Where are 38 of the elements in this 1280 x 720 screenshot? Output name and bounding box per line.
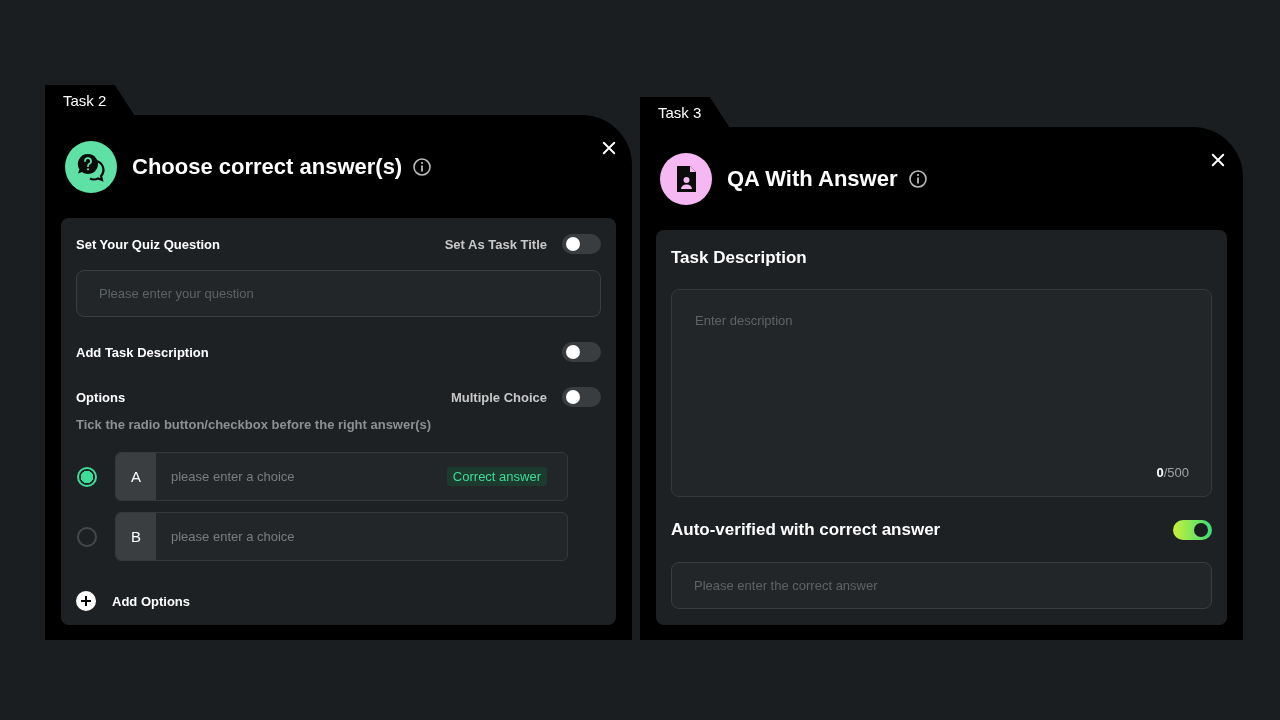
choice-input[interactable]: B please enter a choice	[115, 512, 568, 561]
add-icon[interactable]	[76, 591, 96, 611]
choice-placeholder: please enter a choice	[171, 469, 296, 484]
radio-button[interactable]	[77, 526, 97, 547]
field-label: Set Your Quiz Question	[76, 236, 220, 252]
info-icon[interactable]	[412, 156, 433, 177]
choice-input[interactable]: A please enter a choice Correct answer	[115, 452, 568, 501]
toggle-switch[interactable]	[562, 234, 601, 254]
field-label: Auto-verified with correct answer	[671, 520, 941, 540]
choice-letter: B	[116, 513, 156, 560]
question-input[interactable]: Please enter your question	[76, 270, 601, 317]
toggle-label: Multiple Choice	[450, 389, 547, 405]
field-label: Task Description	[671, 248, 808, 268]
toggle-switch[interactable]	[1173, 520, 1212, 540]
info-icon[interactable]	[907, 168, 928, 189]
document-person-icon	[660, 152, 712, 205]
correct-answer-tag: Correct answer	[446, 467, 547, 486]
task-title: QA With Answer	[727, 165, 898, 192]
character-counter: 0/500	[1156, 465, 1189, 480]
choice-letter: A	[116, 453, 156, 500]
add-options-link[interactable]: Add Options	[112, 593, 190, 609]
field-label: Add Task Description	[76, 344, 209, 360]
description-placeholder: Enter description	[695, 313, 793, 328]
toggle-switch[interactable]	[562, 342, 601, 362]
answer-input[interactable]: Please enter the correct answer	[671, 562, 1212, 609]
close-icon[interactable]	[1211, 153, 1225, 167]
field-label: Options	[76, 389, 126, 405]
radio-button[interactable]	[77, 466, 97, 487]
task-tab[interactable]: Task 3	[640, 97, 730, 127]
hint-text: Tick the radio button/checkbox before the right answer(s)	[76, 417, 433, 432]
toggle-switch[interactable]	[562, 387, 601, 407]
task-tab[interactable]: Task 2	[45, 85, 135, 115]
choice-placeholder: please enter a choice	[171, 529, 296, 544]
chat-question-icon	[65, 140, 117, 193]
toggle-label: Set As Task Title	[444, 236, 547, 252]
description-textarea[interactable]: Enter description 0/500	[671, 289, 1212, 497]
task-title: Choose correct answer(s)	[132, 153, 403, 180]
close-icon[interactable]	[602, 141, 616, 155]
